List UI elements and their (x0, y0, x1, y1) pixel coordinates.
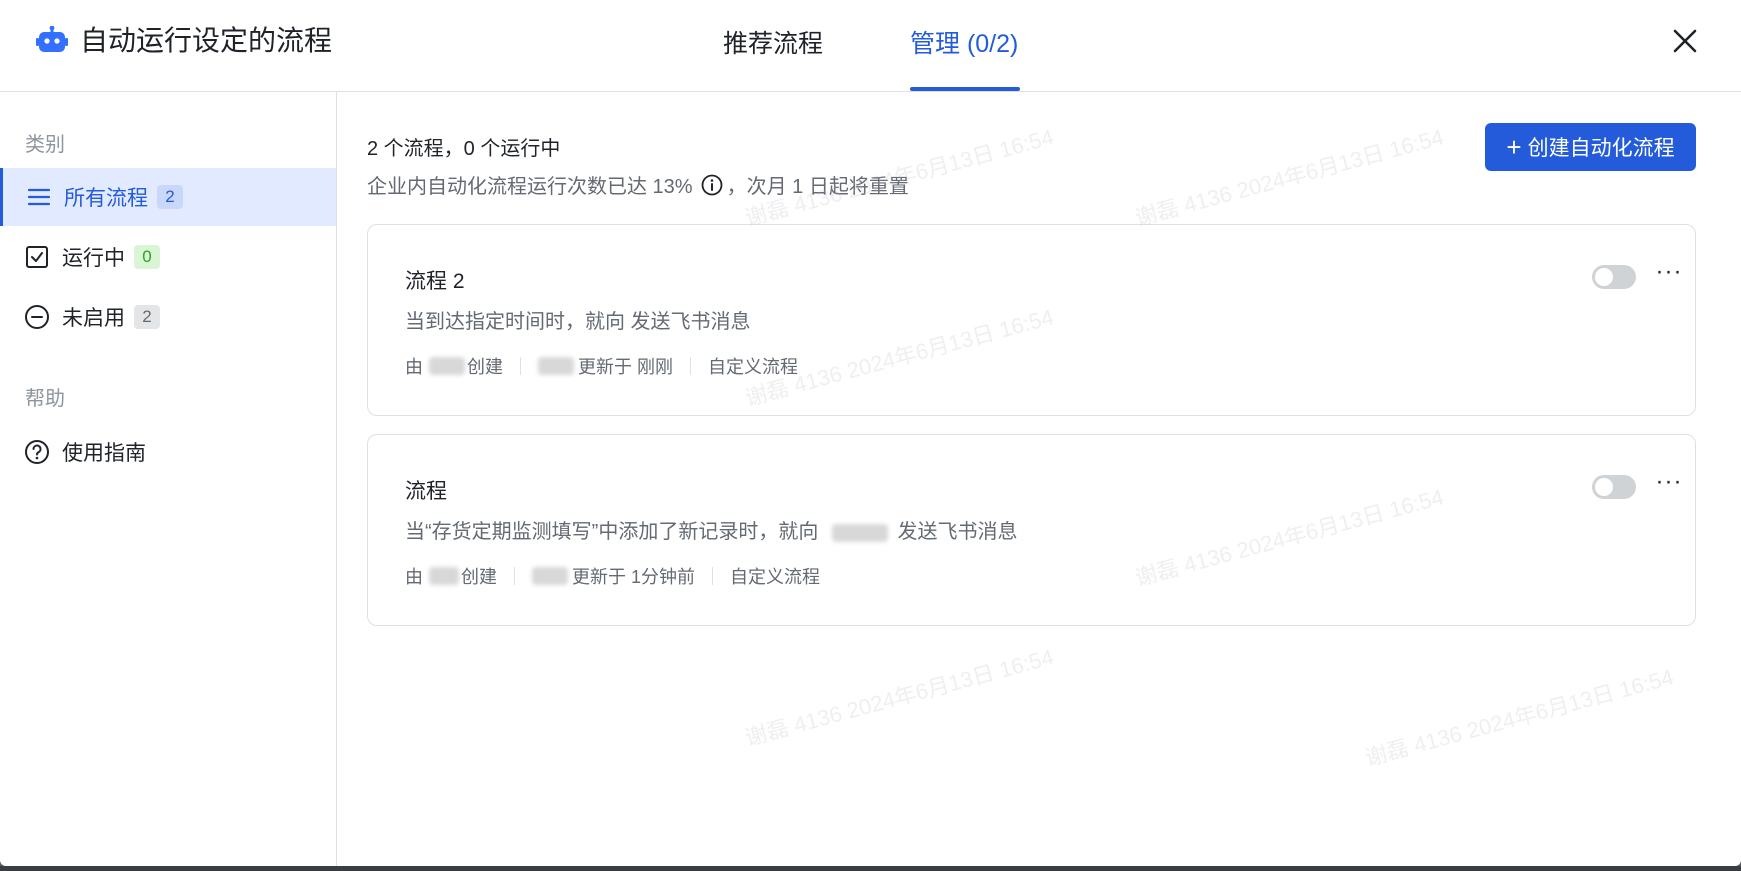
flow-description-suffix: 发送飞书消息 (897, 521, 1018, 543)
divider (514, 567, 515, 585)
sidebar-item-label: 使用指南 (62, 442, 146, 465)
info-icon[interactable] (701, 174, 723, 196)
more-options-icon[interactable]: ··· (1654, 260, 1684, 291)
divider (712, 567, 714, 585)
sidebar-section-category: 类别 (25, 134, 65, 156)
sidebar: 类别 所有流程 2 运行中 0 未启用 2 帮助 使用指南 (0, 92, 337, 866)
tab-recommended[interactable]: 推荐流程 (723, 26, 823, 62)
quota-info: 企业内自动化流程运行次数已达 13% ，次月 1 日起将重置 (367, 170, 909, 199)
flow-card-1[interactable]: 流程 2 当到达指定时间时，就向 发送飞书消息 由 创建 更新于 刚刚 自定义流… (367, 224, 1696, 416)
quota-reset-text: ，次月 1 日起将重置 (726, 176, 909, 198)
flow-title: 流程 2 (405, 270, 465, 293)
plus-icon: + (1506, 132, 1522, 162)
count-badge: 0 (134, 245, 160, 269)
create-flow-label: 创建自动化流程 (1527, 137, 1675, 160)
sidebar-item-all-flows[interactable]: 所有流程 2 (0, 168, 336, 226)
close-icon[interactable] (1668, 24, 1702, 58)
tab-manage[interactable]: 管理 (0/2) (910, 26, 1018, 62)
recipient-redacted (831, 523, 888, 542)
sidebar-item-label: 所有流程 (64, 187, 148, 210)
flow-enable-toggle[interactable] (1592, 475, 1636, 499)
minus-circle-icon (24, 304, 50, 330)
divider (520, 357, 521, 375)
background-strip (0, 866, 1741, 871)
count-badge: 2 (134, 305, 160, 329)
sidebar-item-label: 未启用 (62, 307, 125, 330)
sidebar-item-label: 运行中 (62, 247, 125, 270)
modal-header: 自动运行设定的流程 推荐流程 管理 (0/2) (0, 0, 1741, 92)
flow-title: 流程 (405, 480, 447, 503)
flow-type: 自定义流程 (730, 567, 821, 587)
tab-active-indicator (910, 87, 1020, 91)
flow-card-2[interactable]: 流程 当“存货定期监测填写”中添加了新记录时，就向 发送飞书消息 由 创建 更新… (367, 434, 1696, 626)
flow-meta: 由 创建 更新于 刚刚 自定义流程 (405, 353, 798, 379)
sidebar-item-guide[interactable]: 使用指南 (0, 423, 336, 481)
main-content: 2 个流程，0 个运行中 企业内自动化流程运行次数已达 13% ，次月 1 日起… (338, 92, 1741, 866)
flow-description-prefix: 当“存货定期监测填写”中添加了新记录时，就向 (405, 521, 819, 543)
sidebar-item-running[interactable]: 运行中 0 (0, 228, 336, 286)
divider (690, 357, 692, 375)
count-badge: 2 (157, 185, 183, 209)
flow-meta: 由 创建 更新于 1分钟前 自定义流程 (405, 563, 820, 589)
created-label: 创建 (467, 357, 503, 377)
sidebar-item-disabled[interactable]: 未启用 2 (0, 288, 336, 346)
automation-modal: 自动运行设定的流程 推荐流程 管理 (0/2) 类别 所有流程 2 运行中 0 … (0, 0, 1741, 866)
updated-label: 更新于 1分钟前 (572, 567, 696, 587)
create-flow-button[interactable]: + 创建自动化流程 (1485, 123, 1696, 171)
updater-name-redacted (532, 567, 568, 585)
creator-prefix: 由 (405, 357, 423, 377)
created-label: 创建 (461, 567, 497, 587)
checkbox-check-icon (24, 244, 50, 270)
creator-prefix: 由 (405, 567, 423, 587)
flow-description: 当“存货定期监测填写”中添加了新记录时，就向 发送飞书消息 (405, 515, 1017, 544)
sidebar-section-help: 帮助 (25, 388, 65, 410)
creator-name-redacted (429, 357, 465, 375)
quota-text: 企业内自动化流程运行次数已达 13% (367, 176, 693, 198)
creator-name-redacted (429, 567, 459, 585)
flow-description: 当到达指定时间时，就向 发送飞书消息 (405, 311, 751, 333)
robot-icon (36, 26, 68, 52)
list-icon (26, 184, 52, 210)
flow-enable-toggle[interactable] (1592, 265, 1636, 289)
modal-title: 自动运行设定的流程 (80, 25, 333, 56)
more-options-icon[interactable]: ··· (1654, 470, 1684, 501)
flow-type: 自定义流程 (708, 357, 799, 377)
updater-name-redacted (538, 357, 574, 375)
flow-summary: 2 个流程，0 个运行中 (367, 138, 561, 160)
updated-label: 更新于 刚刚 (578, 357, 674, 377)
question-circle-icon (24, 439, 50, 465)
